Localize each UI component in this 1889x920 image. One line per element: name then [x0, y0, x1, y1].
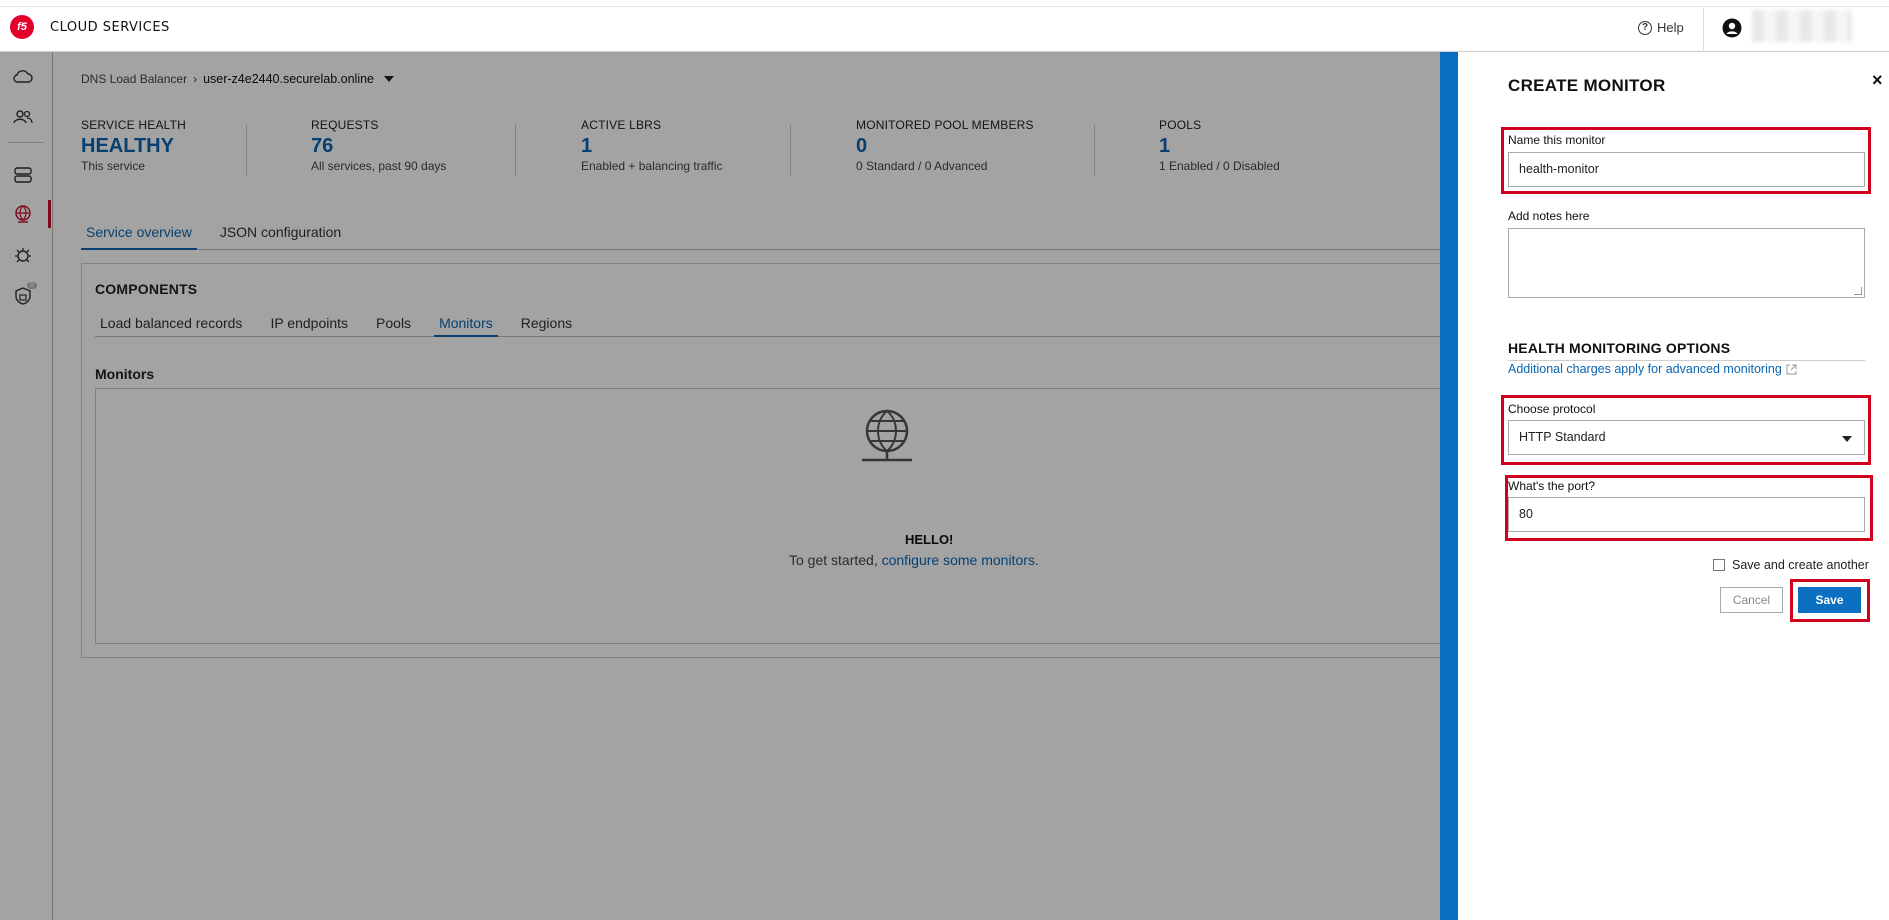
section-divider: [1508, 360, 1865, 361]
close-icon[interactable]: ×: [1872, 70, 1883, 91]
checkbox-box[interactable]: [1713, 559, 1725, 571]
create-monitor-drawer: CREATE MONITOR × Name this monitor healt…: [1458, 52, 1889, 920]
advanced-charges-link[interactable]: Additional charges apply for advanced mo…: [1508, 362, 1797, 376]
header-divider: [1703, 8, 1704, 52]
user-account-blurred[interactable]: [1752, 10, 1852, 42]
help-label: Help: [1657, 20, 1684, 35]
help-icon: ?: [1638, 20, 1652, 35]
port-label: What's the port?: [1508, 479, 1595, 493]
notes-textarea[interactable]: [1508, 228, 1865, 298]
external-link-icon: [1786, 364, 1797, 374]
port-input[interactable]: 80: [1508, 497, 1865, 532]
chevron-down-icon: [1842, 436, 1852, 442]
help-link[interactable]: ? Help: [1638, 20, 1684, 35]
save-another-label: Save and create another: [1732, 558, 1869, 572]
user-icon[interactable]: [1722, 18, 1742, 38]
name-label: Name this monitor: [1508, 133, 1606, 147]
advanced-charges-text: Additional charges apply for advanced mo…: [1508, 362, 1782, 376]
protocol-label: Choose protocol: [1508, 402, 1596, 416]
cancel-button[interactable]: Cancel: [1720, 587, 1783, 613]
monitor-name-input[interactable]: health-monitor: [1508, 152, 1865, 187]
drawer-title: CREATE MONITOR: [1508, 76, 1666, 95]
health-options-title: HEALTH MONITORING OPTIONS: [1508, 340, 1731, 356]
notes-label: Add notes here: [1508, 209, 1590, 223]
resize-handle-icon[interactable]: [1854, 287, 1862, 295]
save-another-checkbox[interactable]: Save and create another: [1713, 558, 1869, 572]
protocol-select[interactable]: HTTP Standard: [1508, 420, 1865, 455]
header-rule: [0, 6, 1889, 7]
top-header: f5 CLOUD SERVICES ? Help: [0, 0, 1889, 52]
drawer-accent-bar: [1440, 52, 1458, 920]
protocol-selected-value: HTTP Standard: [1519, 430, 1606, 444]
save-button[interactable]: Save: [1798, 587, 1861, 613]
brand-title: CLOUD SERVICES: [50, 20, 170, 35]
f5-logo[interactable]: f5: [10, 15, 34, 39]
modal-backdrop[interactable]: [0, 52, 1440, 920]
